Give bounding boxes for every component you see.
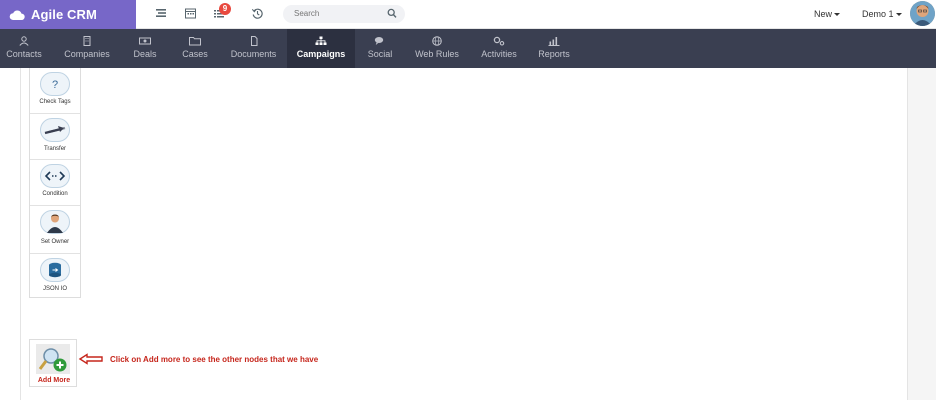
avatar[interactable] bbox=[910, 1, 935, 26]
globe-icon bbox=[432, 36, 442, 46]
calendar-icon[interactable] bbox=[182, 7, 198, 21]
node-check-tags[interactable]: ? Check Tags bbox=[30, 68, 80, 114]
nav-label: Deals bbox=[133, 49, 157, 59]
top-bar: Agile CRM 9 New Demo 1 bbox=[0, 0, 936, 29]
folder-icon bbox=[189, 37, 201, 46]
new-dropdown[interactable]: New bbox=[814, 9, 841, 19]
nav-campaigns[interactable]: Campaigns bbox=[287, 29, 355, 68]
nav-contacts[interactable]: Contacts bbox=[0, 29, 48, 68]
add-more-icon bbox=[36, 344, 70, 374]
caret-down-icon bbox=[895, 13, 902, 17]
nav-documents[interactable]: Documents bbox=[226, 29, 281, 68]
nav-label: Cases bbox=[182, 49, 208, 59]
condition-arrows-icon bbox=[40, 164, 70, 188]
hint-text: Click on Add more to see the other nodes… bbox=[110, 355, 319, 364]
history-icon[interactable] bbox=[249, 7, 265, 21]
nav-label: Activities bbox=[481, 49, 517, 59]
node-label: Condition bbox=[42, 191, 68, 197]
notification-badge: 9 bbox=[219, 3, 231, 15]
nav-label: Campaigns bbox=[296, 49, 346, 59]
node-transfer[interactable]: Transfer bbox=[30, 114, 80, 160]
add-more-button[interactable]: Add More bbox=[29, 339, 77, 387]
node-set-owner[interactable]: Set Owner bbox=[30, 206, 80, 254]
nav-label: Web Rules bbox=[415, 49, 459, 59]
cogs-icon bbox=[493, 36, 505, 46]
right-scroll-gutter bbox=[908, 68, 936, 400]
transfer-arrows-icon bbox=[40, 118, 70, 142]
nav-label: Companies bbox=[64, 49, 110, 59]
nav-web-rules[interactable]: Web Rules bbox=[411, 29, 463, 68]
nav-cases[interactable]: Cases bbox=[175, 29, 215, 68]
search-icon[interactable] bbox=[387, 8, 397, 19]
file-icon bbox=[250, 36, 257, 46]
nav-label: Reports bbox=[538, 49, 570, 59]
node-condition[interactable]: Condition bbox=[30, 160, 80, 206]
nav-social[interactable]: Social bbox=[363, 29, 397, 68]
question-icon: ? bbox=[40, 72, 70, 96]
cloud-icon bbox=[9, 9, 25, 20]
node-json-io[interactable]: JSON IO bbox=[30, 254, 80, 300]
node-label: Transfer bbox=[43, 146, 67, 152]
owner-person-icon bbox=[40, 210, 70, 234]
search-input[interactable] bbox=[294, 9, 384, 18]
nav-label: Social bbox=[367, 49, 393, 59]
node-palette: ? Check Tags Transfer Condition Set Owne… bbox=[29, 68, 81, 298]
node-label: Check Tags bbox=[39, 99, 71, 105]
left-arrow-icon bbox=[78, 353, 103, 365]
nav-label: Contacts bbox=[6, 49, 42, 59]
bar-chart-icon bbox=[548, 37, 560, 46]
user-menu-dropdown[interactable]: Demo 1 bbox=[862, 9, 902, 19]
nav-label: Documents bbox=[230, 49, 277, 59]
caret-down-icon bbox=[834, 13, 841, 17]
brand-logo[interactable]: Agile CRM bbox=[0, 0, 136, 29]
sitemap-icon bbox=[315, 36, 327, 45]
user-icon bbox=[19, 36, 29, 46]
svg-text:?: ? bbox=[52, 79, 58, 91]
brand-name: Agile CRM bbox=[31, 7, 97, 22]
workflow-canvas[interactable] bbox=[20, 68, 908, 400]
nav-reports[interactable]: Reports bbox=[535, 29, 573, 68]
node-label: JSON IO bbox=[42, 286, 67, 292]
nav-deals[interactable]: Deals bbox=[127, 29, 163, 68]
search-box[interactable] bbox=[283, 5, 405, 23]
nav-companies[interactable]: Companies bbox=[58, 29, 116, 68]
building-icon bbox=[83, 36, 91, 46]
comments-icon bbox=[374, 37, 384, 45]
money-icon bbox=[139, 37, 151, 45]
menu-list-icon[interactable] bbox=[153, 7, 169, 21]
database-arrow-icon bbox=[40, 258, 70, 282]
nav-activities[interactable]: Activities bbox=[476, 29, 522, 68]
user-menu-label: Demo 1 bbox=[862, 9, 894, 19]
main-nav: Contacts Companies Deals Cases Documents… bbox=[0, 29, 936, 68]
new-dropdown-label: New bbox=[814, 9, 833, 19]
left-gutter bbox=[0, 68, 20, 400]
node-label: Set Owner bbox=[40, 239, 70, 245]
add-more-label: Add More bbox=[37, 377, 71, 384]
